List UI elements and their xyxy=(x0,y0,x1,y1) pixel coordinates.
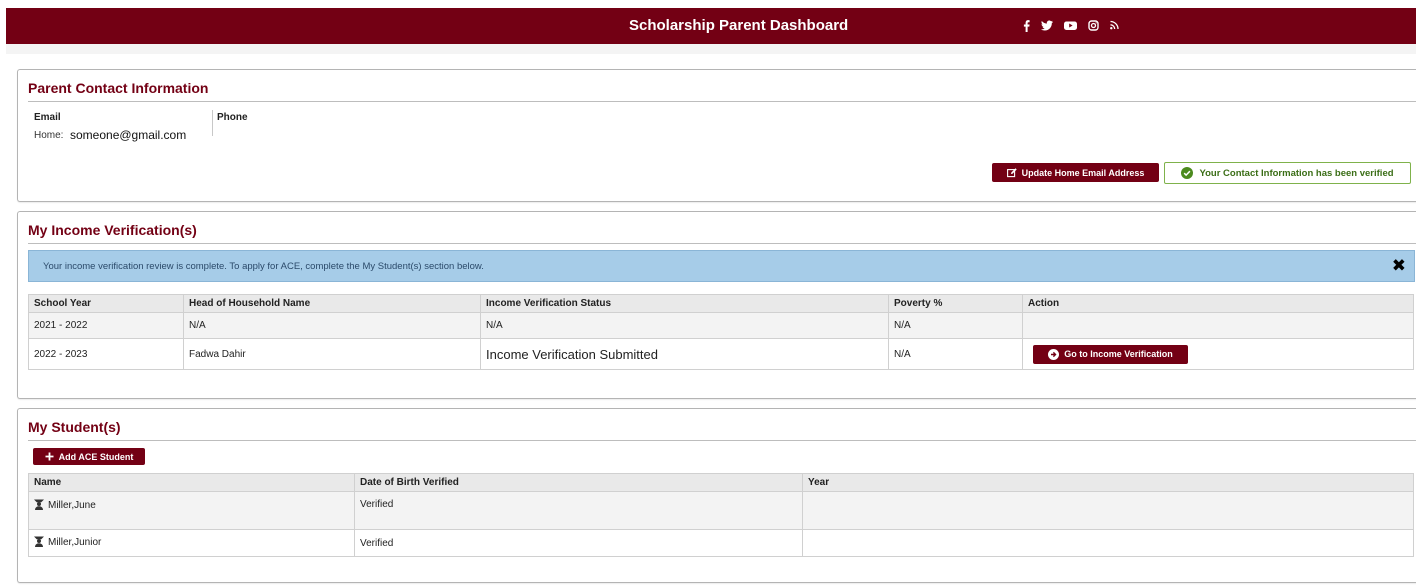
twitter-icon[interactable] xyxy=(1041,20,1053,32)
student-icon xyxy=(34,499,44,513)
student-name: Miller,Junior xyxy=(48,537,102,548)
plus-icon xyxy=(45,452,54,461)
instagram-icon[interactable] xyxy=(1088,20,1099,32)
status-cell: N/A xyxy=(480,312,889,339)
column-header: Date of Birth Verified xyxy=(354,473,803,492)
update-home-email-button[interactable]: Update Home Email Address xyxy=(992,163,1159,182)
panel-divider xyxy=(28,243,1416,244)
school-year-cell: 2022 - 2023 xyxy=(28,338,184,370)
column-header: Year xyxy=(802,473,1414,492)
table-header-row: Name Date of Birth Verified Year xyxy=(28,473,1414,492)
student-name-cell[interactable]: Miller,Junior xyxy=(28,529,355,557)
column-header: Income Verification Status xyxy=(480,294,889,313)
year-cell xyxy=(802,491,1414,530)
rss-icon[interactable] xyxy=(1110,20,1119,32)
home-email-value: someone@gmail.com xyxy=(70,128,187,142)
youtube-icon[interactable] xyxy=(1064,20,1077,32)
action-cell: Go to Income Verification xyxy=(1022,338,1414,370)
table-row: 2022 - 2023 Fadwa Dahir Income Verificat… xyxy=(28,338,1414,370)
income-table: School Year Head of Household Name Incom… xyxy=(28,294,1414,370)
column-divider xyxy=(212,110,213,136)
status-cell: Income Verification Submitted xyxy=(480,338,889,370)
panel-title: My Student(s) xyxy=(28,419,121,435)
page-title: Scholarship Parent Dashboard xyxy=(629,17,849,34)
column-header: School Year xyxy=(28,294,184,313)
update-button-label: Update Home Email Address xyxy=(1021,167,1145,178)
income-alert: Your income verification review is compl… xyxy=(28,250,1415,282)
column-header: Action xyxy=(1022,294,1414,313)
household-name-cell: N/A xyxy=(183,312,481,339)
student-name: Miller,June xyxy=(48,500,96,511)
student-name-cell[interactable]: Miller,June xyxy=(28,491,355,530)
year-cell xyxy=(802,529,1414,557)
students-table: Name Date of Birth Verified Year Miller,… xyxy=(28,473,1414,557)
panel-divider xyxy=(28,440,1416,441)
add-ace-student-button[interactable]: Add ACE Student xyxy=(33,448,145,465)
close-icon[interactable]: ✖ xyxy=(1392,257,1406,275)
go-to-income-verification-button[interactable]: Go to Income Verification xyxy=(1033,344,1188,364)
table-row: 2021 - 2022 N/A N/A N/A xyxy=(28,312,1414,339)
table-header-row: School Year Head of Household Name Incom… xyxy=(28,294,1414,313)
student-icon xyxy=(34,536,44,550)
check-circle-icon xyxy=(1181,167,1194,179)
school-year-cell: 2021 - 2022 xyxy=(28,312,184,339)
arrow-circle-right-icon xyxy=(1048,348,1060,360)
contact-verified-status: Your Contact Information has been verifi… xyxy=(1164,162,1411,184)
edit-icon xyxy=(1006,167,1017,178)
parent-contact-panel: Parent Contact Information Email Phone H… xyxy=(17,69,1416,202)
table-row: Miller,Junior Verified xyxy=(28,529,1414,557)
email-label: Email xyxy=(34,112,61,123)
column-header: Poverty % xyxy=(888,294,1023,313)
verified-text: Your Contact Information has been verifi… xyxy=(1199,167,1394,179)
poverty-cell: N/A xyxy=(888,338,1023,370)
poverty-cell: N/A xyxy=(888,312,1023,339)
facebook-icon[interactable] xyxy=(1023,20,1030,32)
phone-label: Phone xyxy=(217,112,248,123)
panel-title: My Income Verification(s) xyxy=(28,222,197,238)
top-navbar: Scholarship Parent Dashboard xyxy=(6,8,1416,44)
table-row: Miller,June Verified xyxy=(28,491,1414,530)
button-label: Go to Income Verification xyxy=(1064,349,1173,359)
home-label: Home: xyxy=(34,130,64,141)
alert-message: Your income verification review is compl… xyxy=(43,261,484,272)
dob-verified-cell: Verified xyxy=(354,491,803,530)
button-label: Add ACE Student xyxy=(58,451,134,462)
action-cell xyxy=(1022,312,1414,339)
column-header: Name xyxy=(28,473,355,492)
panel-title: Parent Contact Information xyxy=(28,80,209,96)
students-panel: My Student(s) Add ACE Student Name Date … xyxy=(17,408,1416,583)
column-header: Head of Household Name xyxy=(183,294,481,313)
panel-divider xyxy=(28,101,1416,102)
header-spacer xyxy=(6,44,1416,54)
social-links xyxy=(1023,19,1130,33)
household-name-cell: Fadwa Dahir xyxy=(183,338,481,370)
income-verification-panel: My Income Verification(s) Your income ve… xyxy=(17,211,1416,399)
dob-verified-cell: Verified xyxy=(354,529,803,557)
